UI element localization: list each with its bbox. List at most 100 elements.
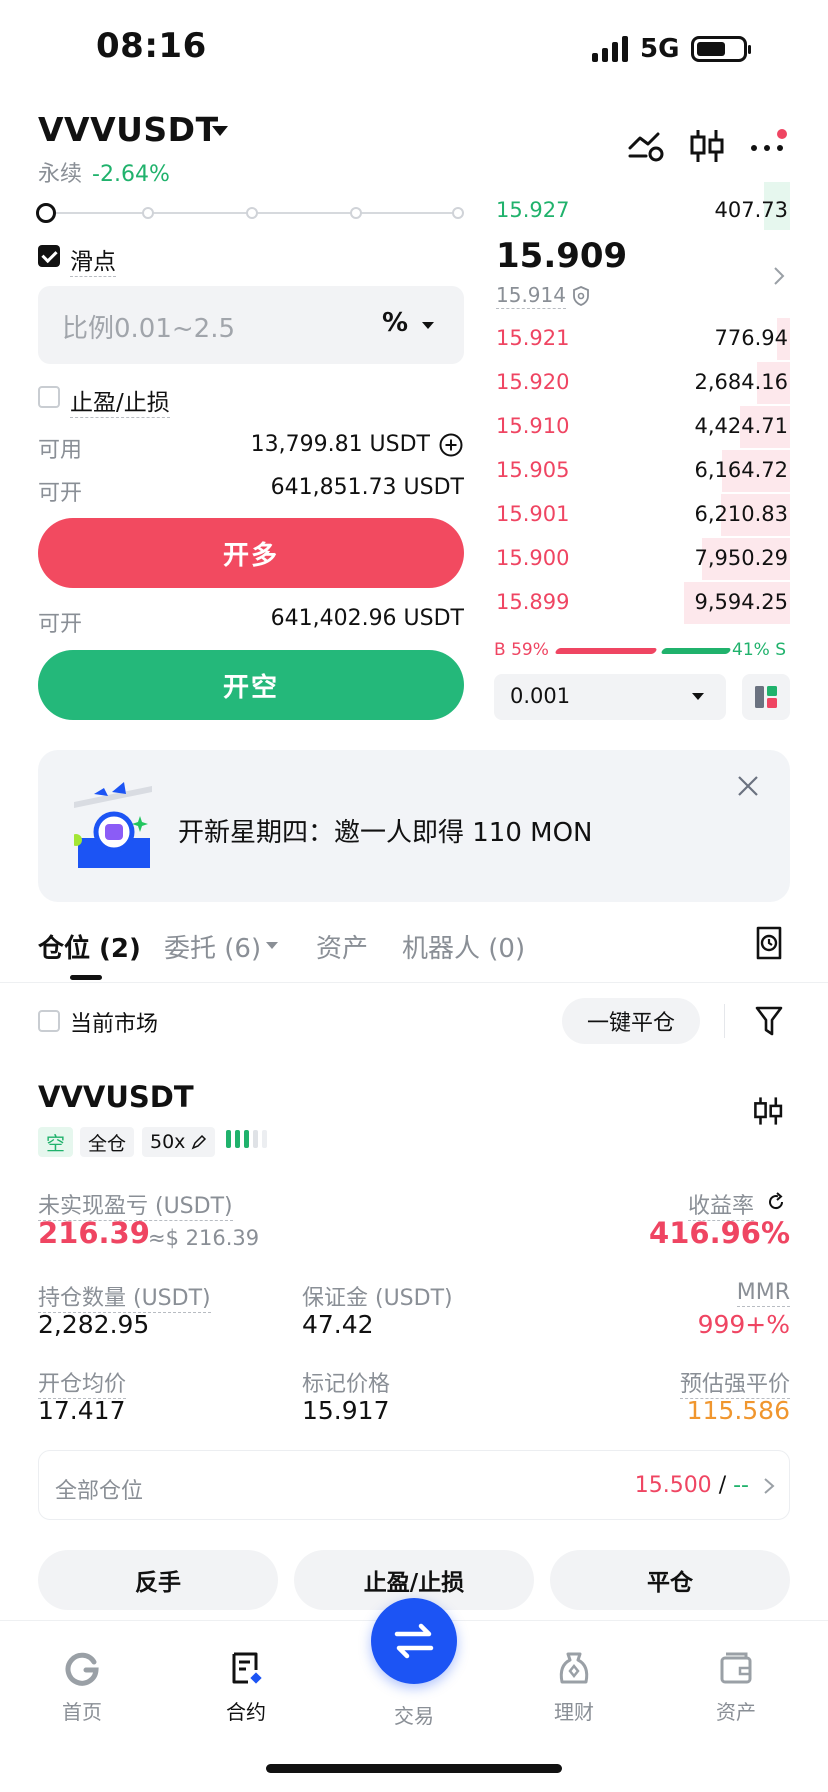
sell-ratio-bar [660, 648, 732, 654]
position-size: 2,282.95 [38, 1310, 150, 1339]
ratio-input[interactable]: 比例0.01~2.5 % [38, 286, 464, 364]
unrealized-pnl-usd: ≈$ 216.39 [148, 1226, 260, 1250]
candlestick-chart-icon[interactable] [752, 1094, 786, 1128]
ask-amount: 9,594.25 [694, 590, 788, 614]
current-market-checkbox[interactable] [38, 1010, 60, 1032]
filter-icon[interactable] [754, 1004, 784, 1038]
network-label: 5G [640, 34, 680, 64]
layout-icon [755, 686, 777, 708]
candlestick-chart-icon[interactable] [688, 128, 728, 164]
leverage-value: 50x [150, 1131, 186, 1153]
position-symbol[interactable]: VVVUSDT [38, 1080, 194, 1114]
slider-node[interactable] [350, 207, 362, 219]
ask-row[interactable]: 15.901 6,210.83 [494, 494, 790, 536]
entry-price: 17.417 [38, 1396, 126, 1425]
precision-select[interactable]: 0.001 [494, 674, 726, 720]
ask-price: 15.900 [496, 546, 570, 570]
bid-price[interactable]: 15.927 [496, 198, 569, 222]
ask-amount: 4,424.71 [694, 414, 788, 438]
reverse-button[interactable]: 反手 [38, 1550, 278, 1610]
gift-illustration-icon [74, 782, 152, 868]
slider-node[interactable] [452, 207, 464, 219]
margin-label: 保证金 (USDT) [302, 1286, 453, 1311]
nav-futures[interactable]: 合约 [196, 1650, 296, 1725]
nav-home[interactable]: 首页 [32, 1650, 132, 1725]
leverage-badge[interactable]: 50x [142, 1127, 216, 1157]
ask-row[interactable]: 15.910 4,424.71 [494, 406, 790, 448]
ask-row[interactable]: 15.899 9,594.25 [494, 582, 790, 624]
buy-ratio: B 59% [494, 640, 549, 660]
risk-level-indicator [226, 1130, 267, 1148]
active-tab-indicator [70, 975, 102, 980]
history-icon[interactable] [754, 926, 784, 960]
banner-text: 开新星期四：邀一人即得 110 MON [178, 818, 593, 848]
liquidation-price-label: 预估强平价 [679, 1372, 790, 1399]
ask-amount: 776.94 [714, 326, 788, 350]
tab-orders[interactable]: 委托 (6) [164, 928, 261, 965]
ask-row[interactable]: 15.900 7,950.29 [494, 538, 790, 580]
slider-node[interactable] [142, 207, 154, 219]
chevron-right-icon[interactable] [772, 266, 786, 286]
chevron-right-icon [764, 1478, 775, 1494]
symbol-title[interactable]: VVVUSDT [38, 110, 219, 149]
liquidation-price: 115.586 [686, 1396, 790, 1425]
ratio-unit[interactable]: % [382, 308, 408, 338]
add-funds-icon[interactable] [438, 432, 464, 458]
close-all-button[interactable]: 一键平仓 [562, 998, 700, 1044]
tab-assets[interactable]: 资产 [316, 928, 368, 965]
ask-amount: 2,684.16 [694, 370, 788, 394]
all-positions-label: 全部仓位 [55, 1479, 144, 1504]
nav-assets[interactable]: 资产 [686, 1650, 786, 1725]
mark-price-label: 标记价格 [302, 1372, 391, 1397]
slippage-label: 滑点 [70, 249, 116, 277]
chevron-down-icon[interactable] [422, 322, 434, 329]
refresh-icon[interactable] [766, 1192, 786, 1212]
orderbook-layout-button[interactable] [742, 674, 790, 720]
mark-price: 15.914 [496, 283, 566, 309]
last-price[interactable]: 15.909 [496, 236, 627, 276]
swap-icon [394, 1623, 434, 1659]
ask-price: 15.901 [496, 502, 570, 526]
divider [0, 982, 828, 983]
roe-value: 416.96% [649, 1216, 790, 1250]
trend-tool-icon[interactable] [626, 128, 666, 164]
earn-icon [559, 1652, 589, 1684]
battery-icon [691, 36, 752, 62]
chevron-down-icon[interactable] [266, 942, 278, 949]
all-positions-row[interactable]: 全部仓位 15.500 / -- [38, 1450, 790, 1520]
home-indicator [266, 1764, 562, 1773]
open-short-button[interactable]: 开空 [38, 650, 464, 720]
slider-node[interactable] [246, 207, 258, 219]
symbol-dropdown-icon[interactable] [212, 126, 228, 136]
margin-mode-badge: 全仓 [80, 1127, 135, 1157]
precision-value: 0.001 [510, 684, 571, 708]
ask-row[interactable]: 15.921 776.94 [494, 318, 790, 360]
mmr-value: 999+% [697, 1310, 790, 1339]
close-icon[interactable] [736, 774, 760, 798]
max-long-value: 641,851.73 USDT [270, 475, 464, 500]
buy-ratio-bar [554, 648, 658, 654]
wallet-icon [720, 1652, 752, 1684]
slider-thumb[interactable] [36, 203, 56, 223]
ask-price: 15.910 [496, 414, 570, 438]
margin-value: 47.42 [302, 1310, 374, 1339]
tab-positions[interactable]: 仓位 (2) [38, 928, 141, 965]
nav-earn[interactable]: 理财 [524, 1650, 624, 1725]
more-icon[interactable] [748, 128, 788, 164]
slippage-checkbox[interactable] [38, 245, 60, 267]
divider [724, 1004, 725, 1038]
ask-amount: 6,164.72 [694, 458, 788, 482]
open-long-button[interactable]: 开多 [38, 518, 464, 588]
close-position-button[interactable]: 平仓 [550, 1550, 790, 1610]
ask-row[interactable]: 15.905 6,164.72 [494, 450, 790, 492]
ask-row[interactable]: 15.920 2,684.16 [494, 362, 790, 404]
unrealized-pnl: 216.39 [38, 1216, 150, 1250]
trade-button[interactable] [371, 1598, 457, 1684]
position-size-label: 持仓数量 (USDT) [38, 1286, 211, 1313]
tpsl-checkbox[interactable] [38, 386, 60, 408]
nav-trade-label[interactable]: 交易 [364, 1694, 464, 1729]
shield-icon [573, 286, 589, 306]
promo-banner[interactable]: 开新星期四：邀一人即得 110 MON [38, 750, 790, 902]
mmr-label: MMR [736, 1280, 790, 1307]
tab-bots[interactable]: 机器人 (0) [402, 928, 525, 965]
